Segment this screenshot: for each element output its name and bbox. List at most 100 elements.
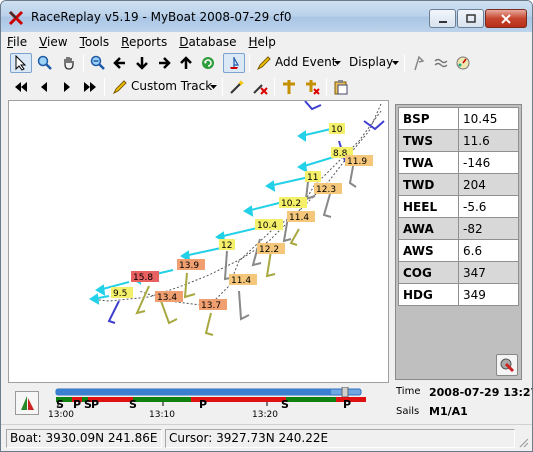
delete-marks-button[interactable] bbox=[301, 77, 323, 97]
toolbar-separator bbox=[222, 78, 223, 96]
instrument-key: TWS bbox=[398, 129, 459, 152]
add-event-button[interactable]: Add Event bbox=[275, 55, 336, 69]
instrument-value: -146 bbox=[458, 151, 519, 174]
gauge-tool-button[interactable] bbox=[452, 53, 474, 73]
time-tick: 13:10 bbox=[149, 410, 175, 420]
forward-fast-icon bbox=[84, 82, 96, 92]
instrument-value: 347 bbox=[458, 261, 519, 284]
pointer-tool-button[interactable] bbox=[10, 53, 32, 73]
boat-view-button[interactable] bbox=[223, 53, 245, 73]
boat-position: Boat: 3930.09N 241.86E bbox=[6, 429, 162, 448]
instrument-key: HEEL bbox=[398, 195, 459, 218]
speed-label: 10 bbox=[331, 125, 343, 135]
window-title: RaceReplay v5.19 - MyBoat 2008-07-29 cf0 bbox=[31, 10, 292, 24]
instrument-row: AWS 6.6 bbox=[398, 239, 519, 262]
pan-up-button[interactable] bbox=[175, 53, 197, 73]
instrument-row: BSP 10.45 bbox=[398, 107, 519, 130]
pan-left-button[interactable] bbox=[109, 53, 131, 73]
last-frame-button[interactable] bbox=[79, 77, 101, 97]
mark-tool-button[interactable] bbox=[408, 53, 430, 73]
time-value: 2008-07-29 13:27 bbox=[429, 386, 533, 399]
pencil-icon bbox=[112, 80, 127, 95]
timeline-track[interactable] bbox=[51, 387, 385, 421]
speed-label: 13.4 bbox=[157, 293, 177, 303]
pencil-icon bbox=[256, 56, 271, 71]
wind-icon bbox=[434, 58, 448, 68]
timeline[interactable]: S P S P S P S P 13:00 13:10 13:20 bbox=[48, 387, 385, 421]
speed-label: 13.7 bbox=[201, 301, 221, 311]
speed-label: 10.2 bbox=[281, 199, 301, 209]
menu-help[interactable]: Help bbox=[242, 35, 281, 49]
panel-settings-button[interactable] bbox=[496, 354, 518, 376]
menu-bar: File View Tools Reports Database Help bbox=[1, 32, 532, 51]
menu-database[interactable]: Database bbox=[173, 35, 242, 49]
instrument-value: -5.6 bbox=[458, 195, 519, 218]
title-bar: RaceReplay v5.19 - MyBoat 2008-07-29 cf0 bbox=[1, 1, 532, 32]
menu-reports[interactable]: Reports bbox=[115, 35, 173, 49]
minimize-button[interactable] bbox=[429, 9, 456, 28]
wind-tool-button[interactable] bbox=[430, 53, 452, 73]
hand-icon bbox=[64, 57, 74, 70]
display-menu-button[interactable]: Display bbox=[349, 55, 393, 69]
toolbar-separator bbox=[249, 54, 250, 72]
magnifier-icon bbox=[37, 55, 52, 70]
instrument-row: TWD 204 bbox=[398, 173, 519, 196]
leg-label: S bbox=[129, 398, 137, 411]
instrument-key: AWS bbox=[398, 239, 459, 262]
speed-label: 12 bbox=[221, 241, 232, 251]
close-button[interactable] bbox=[485, 9, 527, 28]
wand-tool-button[interactable] bbox=[226, 77, 248, 97]
maximize-icon bbox=[465, 13, 476, 23]
menu-view[interactable]: View bbox=[33, 35, 73, 49]
sail-icon bbox=[21, 396, 34, 410]
leg-label: P bbox=[343, 398, 352, 411]
custom-track-button[interactable]: Custom Track bbox=[131, 79, 212, 93]
step-back-button[interactable] bbox=[33, 77, 55, 97]
instrument-row: TWS 11.6 bbox=[398, 129, 519, 152]
pan-down-button[interactable] bbox=[131, 53, 153, 73]
first-frame-button[interactable] bbox=[10, 77, 32, 97]
clipboard-button[interactable] bbox=[330, 77, 352, 97]
wand-delete-icon bbox=[253, 84, 268, 95]
instrument-value: 204 bbox=[458, 173, 519, 196]
track-map-canvas[interactable]: 108.811.91112.310.211.410.412 12.213.911.… bbox=[9, 101, 388, 382]
time-tick: 13:20 bbox=[252, 410, 278, 420]
pan-tool-button[interactable] bbox=[58, 53, 80, 73]
refresh-button[interactable] bbox=[197, 53, 219, 73]
zoom-tool-button[interactable] bbox=[34, 53, 56, 73]
arrow-right-icon bbox=[159, 57, 171, 69]
pan-right-button[interactable] bbox=[153, 53, 175, 73]
speed-label: 12.3 bbox=[316, 185, 336, 195]
speed-label: 11.4 bbox=[289, 213, 309, 223]
marks-button[interactable] bbox=[278, 77, 300, 97]
timeline-slider-thumb bbox=[341, 387, 349, 398]
add-event-icon-button[interactable] bbox=[253, 53, 275, 73]
instrument-table: BSP 10.45 TWS 11.6 TWA -146 TWD 204 HEEL -5.6 AWA -… bbox=[398, 107, 519, 306]
sail-marker-button[interactable] bbox=[15, 391, 39, 415]
leg-label: P bbox=[199, 398, 208, 411]
menu-file[interactable]: File bbox=[1, 35, 33, 49]
instrument-key: COG bbox=[398, 261, 459, 284]
step-forward-button[interactable] bbox=[56, 77, 78, 97]
instrument-value: 11.6 bbox=[458, 129, 519, 152]
zoom-out-button[interactable] bbox=[87, 53, 109, 73]
cross-mark-delete-icon bbox=[306, 80, 320, 95]
menu-tools[interactable]: Tools bbox=[74, 35, 116, 49]
step-back-icon bbox=[41, 82, 47, 92]
maximize-button[interactable] bbox=[457, 9, 484, 28]
instrument-value: 349 bbox=[458, 283, 519, 306]
instrument-value: 10.45 bbox=[458, 107, 519, 130]
speed-label: 9.5 bbox=[113, 289, 127, 299]
speed-labels: 108.811.91112.310.211.410.412 12.213.911.… bbox=[111, 123, 373, 311]
arrow-left-icon bbox=[113, 57, 125, 69]
arrow-down-icon bbox=[136, 57, 148, 70]
gauge-icon bbox=[456, 56, 470, 70]
chevron-down-icon bbox=[210, 85, 217, 89]
clear-wand-button[interactable] bbox=[249, 77, 271, 97]
instrument-row: HEEL -5.6 bbox=[398, 195, 519, 218]
cursor-arrow-icon bbox=[15, 55, 27, 71]
resize-grip-icon[interactable] bbox=[518, 437, 529, 448]
custom-track-icon-button[interactable] bbox=[109, 77, 131, 97]
step-forward-icon bbox=[64, 82, 70, 92]
track-map[interactable]: 10 8.8 11.9 11 12.3 10.2 11.4 10.4 12 12.2 13.9 11.… bbox=[8, 100, 389, 383]
